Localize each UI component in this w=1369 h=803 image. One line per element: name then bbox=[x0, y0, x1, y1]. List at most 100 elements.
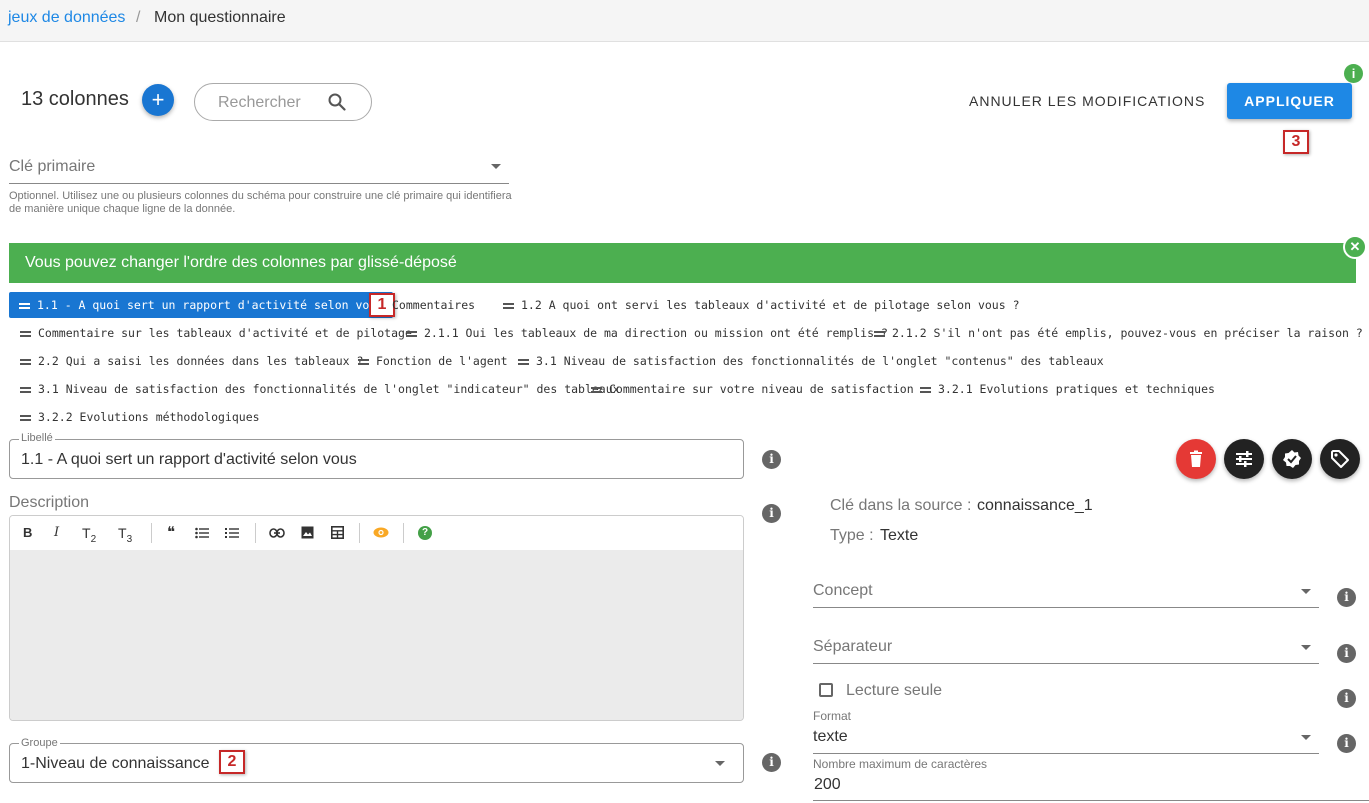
close-icon[interactable]: ✕ bbox=[1343, 235, 1367, 259]
table-icon[interactable] bbox=[331, 526, 344, 539]
column-chip[interactable]: 3.2.1 Evolutions pratiques et techniques bbox=[920, 376, 1215, 402]
trash-icon bbox=[1190, 450, 1202, 467]
apply-button[interactable]: APPLIQUER bbox=[1227, 83, 1352, 119]
description-editor[interactable]: B I T2 T3 ❝ ? bbox=[9, 515, 744, 721]
chevron-down-icon[interactable] bbox=[1301, 589, 1311, 594]
chevron-down-icon[interactable] bbox=[1301, 735, 1311, 740]
annotation-badge-3: 3 bbox=[1283, 130, 1309, 154]
drag-handle-icon[interactable] bbox=[20, 330, 31, 337]
toolbar-divider bbox=[359, 523, 360, 543]
drag-handle-icon[interactable] bbox=[406, 330, 417, 337]
info-icon[interactable]: i bbox=[762, 753, 781, 772]
libelle-value[interactable]: 1.1 - A quoi sert un rapport d'activité … bbox=[21, 451, 357, 469]
concept-underline bbox=[813, 607, 1319, 608]
validate-button[interactable] bbox=[1272, 439, 1312, 479]
info-icon[interactable]: i bbox=[762, 450, 781, 469]
drag-handle-icon[interactable] bbox=[20, 386, 31, 393]
breadcrumb-datasets-link[interactable]: jeux de données bbox=[8, 9, 125, 27]
drag-handle-icon[interactable] bbox=[19, 302, 30, 309]
drag-handle-icon[interactable] bbox=[20, 358, 31, 365]
primary-key-help: Optionnel. Utilisez une ou plusieurs col… bbox=[9, 190, 512, 215]
column-chip[interactable]: 2.1.2 S'il n'ont pas été emplis, pouvez-… bbox=[874, 320, 1363, 346]
drag-handle-icon[interactable] bbox=[358, 358, 369, 365]
type-value: Texte bbox=[880, 527, 919, 544]
info-icon[interactable]: i bbox=[1337, 588, 1356, 607]
info-icon[interactable]: i bbox=[1337, 644, 1356, 663]
tag-icon bbox=[1331, 450, 1349, 468]
breadcrumb-current: Mon questionnaire bbox=[154, 9, 286, 26]
verified-badge-icon bbox=[1283, 450, 1301, 468]
column-chip[interactable]: 3.1 Niveau de satisfaction des fonctionn… bbox=[518, 348, 1104, 374]
numbered-list-icon[interactable] bbox=[225, 527, 239, 539]
column-chip[interactable]: Commentaires bbox=[392, 292, 475, 318]
info-icon[interactable]: i bbox=[1344, 64, 1363, 83]
column-chip[interactable]: Commentaire sur votre niveau de satisfac… bbox=[591, 376, 914, 402]
heading3-button[interactable]: T3 bbox=[118, 525, 132, 545]
format-label: Format bbox=[813, 709, 852, 723]
breadcrumb-separator: / bbox=[136, 9, 141, 26]
info-icon[interactable]: i bbox=[762, 504, 781, 523]
delete-button[interactable] bbox=[1176, 439, 1216, 479]
column-chip[interactable]: 3.2.2 Evolutions méthodologiques bbox=[20, 404, 260, 430]
drag-handle-icon[interactable] bbox=[518, 358, 529, 365]
drag-handle-icon[interactable] bbox=[591, 386, 602, 393]
primary-key-underline bbox=[9, 183, 509, 184]
column-chip[interactable]: 2.1.1 Oui les tableaux de ma direction o… bbox=[406, 320, 888, 346]
chevron-down-icon[interactable] bbox=[1301, 645, 1311, 650]
column-chip[interactable]: 3.1 Niveau de satisfaction des fonctionn… bbox=[20, 376, 620, 402]
search-icon[interactable] bbox=[328, 93, 346, 111]
settings-button[interactable] bbox=[1224, 439, 1264, 479]
heading2-button[interactable]: T2 bbox=[82, 525, 96, 545]
readonly-checkbox[interactable] bbox=[819, 683, 833, 697]
bold-button[interactable]: B bbox=[23, 525, 32, 540]
quote-button[interactable]: ❝ bbox=[167, 523, 175, 541]
drag-drop-banner: Vous pouvez changer l'ordre des colonnes… bbox=[9, 243, 1356, 283]
description-label: Description bbox=[9, 494, 90, 511]
add-column-button[interactable]: + bbox=[142, 84, 174, 116]
max-length-input[interactable]: 200 bbox=[814, 776, 841, 794]
chevron-down-icon[interactable] bbox=[715, 761, 725, 766]
info-icon[interactable]: i bbox=[1337, 734, 1356, 753]
separator-underline bbox=[813, 663, 1319, 664]
search-placeholder: Rechercher bbox=[218, 94, 301, 111]
drag-handle-icon[interactable] bbox=[920, 386, 931, 393]
sliders-icon bbox=[1236, 451, 1252, 467]
concept-select[interactable]: Concept bbox=[813, 582, 873, 600]
cancel-changes-button[interactable]: ANNULER LES MODIFICATIONS bbox=[969, 93, 1205, 109]
type-label: Type : bbox=[830, 527, 874, 544]
source-key-value: connaissance_1 bbox=[977, 497, 1093, 514]
source-key-label: Clé dans la source : bbox=[830, 497, 972, 514]
libelle-legend: Libellé bbox=[19, 432, 55, 444]
image-icon[interactable] bbox=[301, 526, 314, 539]
separator-select[interactable]: Séparateur bbox=[813, 638, 892, 656]
chevron-down-icon[interactable] bbox=[491, 164, 501, 169]
link-icon[interactable] bbox=[269, 528, 285, 538]
primary-key-select[interactable]: Clé primaire bbox=[9, 158, 95, 176]
max-length-label: Nombre maximum de caractères bbox=[813, 757, 988, 771]
groupe-legend: Groupe bbox=[19, 737, 60, 749]
italic-button[interactable]: I bbox=[54, 525, 59, 540]
readonly-label: Lecture seule bbox=[846, 682, 943, 699]
editor-toolbar: B I T2 T3 ❝ ? bbox=[10, 516, 743, 550]
help-icon[interactable]: ? bbox=[418, 526, 432, 540]
column-chip[interactable]: 2.2 Qui a saisi les données dans les tab… bbox=[20, 348, 363, 374]
format-select[interactable]: texte bbox=[813, 728, 848, 746]
format-underline bbox=[813, 753, 1319, 754]
tag-button[interactable] bbox=[1320, 439, 1360, 479]
info-icon[interactable]: i bbox=[1337, 689, 1356, 708]
column-chip[interactable]: 1.2 A quoi ont servi les tableaux d'acti… bbox=[503, 292, 1020, 318]
plus-icon: + bbox=[151, 87, 165, 112]
column-chip[interactable]: 1.1 - A quoi sert un rapport d'activité … bbox=[9, 292, 394, 318]
column-chip[interactable]: Commentaire sur les tableaux d'activité … bbox=[20, 320, 412, 346]
description-textarea[interactable] bbox=[10, 550, 743, 720]
bullet-list-icon[interactable] bbox=[195, 527, 209, 539]
max-length-underline bbox=[813, 800, 1369, 801]
column-chip[interactable]: Fonction de l'agent bbox=[358, 348, 508, 374]
toolbar-divider bbox=[403, 523, 404, 543]
drag-handle-icon[interactable] bbox=[20, 414, 31, 421]
groupe-value: 1-Niveau de connaissance bbox=[21, 755, 210, 772]
toolbar-divider bbox=[151, 523, 152, 543]
drag-handle-icon[interactable] bbox=[874, 330, 885, 337]
preview-eye-icon[interactable] bbox=[373, 527, 389, 538]
drag-handle-icon[interactable] bbox=[503, 302, 514, 309]
